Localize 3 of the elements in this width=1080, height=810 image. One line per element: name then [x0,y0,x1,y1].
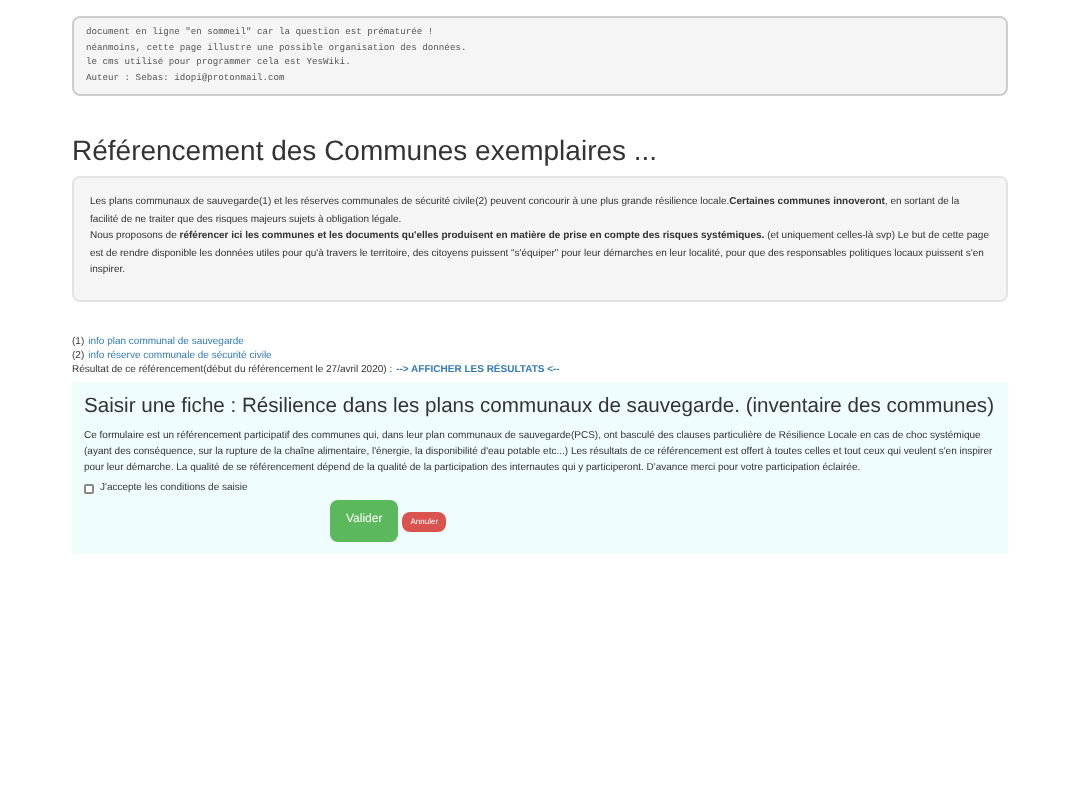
page-title: Référencement des Communes exemplaires ... [72,132,660,168]
form-title: Saisir une fiche : Résilience dans les plans communaux de sauvegarde. (inventaire des communes) [84,393,996,421]
consent-checkbox[interactable] [84,483,94,494]
